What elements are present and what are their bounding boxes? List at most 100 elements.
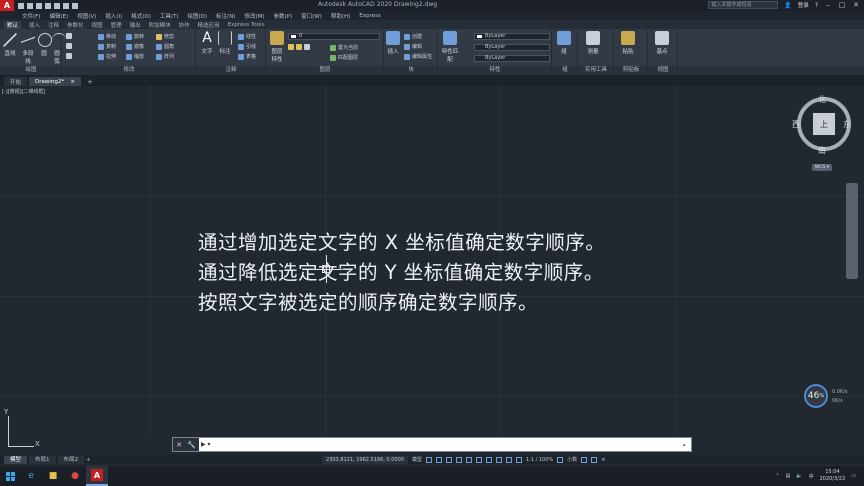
viewcube-south[interactable]: 南 <box>818 145 826 156</box>
add-layout-button[interactable]: + <box>86 457 91 463</box>
tab-output[interactable]: 输出 <box>130 21 141 29</box>
view-panel-title[interactable]: 视图 <box>648 66 678 75</box>
menu-item-dimension[interactable]: 标注(N) <box>216 12 235 20</box>
mirror-tool[interactable]: 镜像 <box>126 43 144 50</box>
print-icon[interactable] <box>54 2 60 9</box>
menu-item-draw[interactable]: 绘图(D) <box>188 12 208 20</box>
arc-tool[interactable]: 圆弧 <box>52 33 66 65</box>
layer-dropdown[interactable]: 0 <box>288 33 380 40</box>
layers-panel-title[interactable]: 图层 <box>266 66 384 75</box>
annotation-scale-value[interactable]: 1:1 / 100% <box>526 457 553 463</box>
utilities-panel-title[interactable]: 实用工具 <box>578 66 614 75</box>
units-value[interactable]: 小数 <box>567 456 577 463</box>
undo-icon[interactable] <box>63 2 69 9</box>
menu-item-modify[interactable]: 修改(M) <box>244 12 264 20</box>
annotation-scale-icon[interactable] <box>515 456 522 463</box>
edit-attributes-tool[interactable]: 编辑属性 <box>404 53 432 60</box>
search-input[interactable]: 键入关键字或短语 <box>708 1 779 9</box>
tab-model[interactable]: 模型 <box>4 455 28 464</box>
ortho-icon[interactable] <box>445 456 452 463</box>
system-clock[interactable]: 15:04 2020/3/22 <box>820 469 846 483</box>
stretch-tool[interactable]: 拉伸 <box>98 53 116 60</box>
maximize-button[interactable]: □ <box>838 1 846 9</box>
fullscreen-icon[interactable] <box>591 456 598 463</box>
coordinates-readout[interactable]: 2303.8121, 1962.5186, 0.0000 <box>322 455 408 464</box>
notifications-icon[interactable]: ▭ <box>851 473 856 479</box>
scale-tool[interactable]: 缩放 <box>126 53 144 60</box>
sign-in-link[interactable]: 登录 <box>798 1 809 9</box>
tab-home[interactable]: 默认 <box>4 20 22 29</box>
tab-annotate[interactable]: 注释 <box>48 21 59 29</box>
drawing-text-line-2[interactable]: 通过降低选定文字的 Y 坐标值确定数字顺序。 <box>198 256 604 285</box>
menu-item-file[interactable]: 文件(F) <box>22 12 40 20</box>
save-as-icon[interactable] <box>45 2 51 9</box>
measure-tool[interactable]: 测量 <box>584 31 602 55</box>
otrack-icon[interactable] <box>475 456 482 463</box>
menu-item-edit[interactable]: 编辑(E) <box>49 12 68 20</box>
draw-panel-title[interactable]: 绘图 <box>0 66 62 75</box>
lineweight-dropdown[interactable]: ByLayer <box>474 55 550 62</box>
viewcube-top-face[interactable]: 上 <box>813 113 835 135</box>
command-input[interactable] <box>210 439 683 450</box>
navigation-bar[interactable] <box>846 183 858 279</box>
create-block-tool[interactable]: 创建 <box>404 33 422 40</box>
polar-icon[interactable] <box>455 456 462 463</box>
array-tool[interactable]: 阵列 <box>156 53 174 60</box>
annotation-panel-title[interactable]: 注释 <box>196 66 266 75</box>
tab-insert[interactable]: 插入 <box>29 21 40 29</box>
transparency-icon[interactable] <box>495 456 502 463</box>
base-point-tool[interactable]: 基点 <box>653 31 671 55</box>
model-space-toggle[interactable]: 模型 <box>412 456 422 463</box>
tab-drawing2[interactable]: Drawing2* × <box>29 77 82 86</box>
autocad-logo-icon[interactable]: A <box>0 0 14 11</box>
viewport-controls[interactable]: [-][俯视][二维线框] <box>2 88 46 95</box>
user-icon[interactable]: 👤 <box>784 2 791 9</box>
osnap-icon[interactable] <box>465 456 472 463</box>
layer-state-tools[interactable] <box>288 44 310 50</box>
start-button[interactable] <box>0 466 20 486</box>
menu-item-help[interactable]: 帮助(H) <box>331 12 350 20</box>
menu-item-insert[interactable]: 插入(I) <box>105 12 122 20</box>
tab-featured-apps[interactable]: 精选应用 <box>198 21 220 29</box>
tab-view[interactable]: 视图 <box>92 21 103 29</box>
isolate-icon[interactable] <box>581 456 588 463</box>
linetype-dropdown[interactable]: ByLayer <box>474 44 550 51</box>
clipboard-panel-title[interactable]: 剪贴板 <box>614 66 648 75</box>
tab-collaborate[interactable]: 协作 <box>179 21 190 29</box>
viewcube-north[interactable]: 北 <box>818 94 826 105</box>
move-tool[interactable]: 移动 <box>98 33 116 40</box>
grid-icon[interactable] <box>425 456 432 463</box>
new-icon[interactable] <box>18 2 24 9</box>
close-button[interactable]: ✕ <box>852 1 860 9</box>
menu-item-view[interactable]: 视图(V) <box>77 12 96 20</box>
polyline-tool[interactable]: 多段线 <box>20 33 36 65</box>
trim-tool[interactable]: 修剪 <box>156 33 174 40</box>
tab-layout1[interactable]: 布局1 <box>29 455 56 464</box>
ellipse-tool[interactable] <box>66 33 72 39</box>
fillet-tool[interactable]: 圆角 <box>156 43 174 50</box>
properties-panel-title[interactable]: 特性 <box>438 66 552 75</box>
color-dropdown[interactable]: ByLayer <box>474 33 550 40</box>
modify-panel-title[interactable]: 修改 <box>62 66 196 75</box>
match-properties-tool[interactable]: 特性匹配 <box>441 31 459 63</box>
close-command-line-icon[interactable]: ✕ <box>176 441 182 449</box>
redo-icon[interactable] <box>72 2 78 9</box>
rectangle-tool[interactable] <box>66 53 72 59</box>
insert-block-tool[interactable]: 插入 <box>386 31 400 55</box>
block-panel-title[interactable]: 块 <box>384 66 438 75</box>
groups-panel-title[interactable]: 组 <box>552 66 578 75</box>
autocad-taskbar-icon[interactable]: A <box>86 466 108 486</box>
lineweight-icon[interactable] <box>485 456 492 463</box>
hatch-tool[interactable] <box>66 43 72 49</box>
workspace-icon[interactable] <box>557 456 564 463</box>
menu-item-tools[interactable]: 工具(T) <box>160 12 179 20</box>
network-icon[interactable]: ▤ <box>786 473 791 479</box>
drawing-text-line-3[interactable]: 按照文字被选定的顺序确定数字顺序。 <box>198 286 538 315</box>
tab-manage[interactable]: 管理 <box>111 21 122 29</box>
line-tool[interactable]: 直线 <box>3 33 17 57</box>
paste-tool[interactable]: 粘贴 <box>619 31 637 55</box>
text-tool[interactable]: A 文字 <box>200 31 214 55</box>
volume-icon[interactable]: 🔈 <box>796 473 802 479</box>
save-icon[interactable] <box>36 2 42 9</box>
open-icon[interactable] <box>27 2 33 9</box>
